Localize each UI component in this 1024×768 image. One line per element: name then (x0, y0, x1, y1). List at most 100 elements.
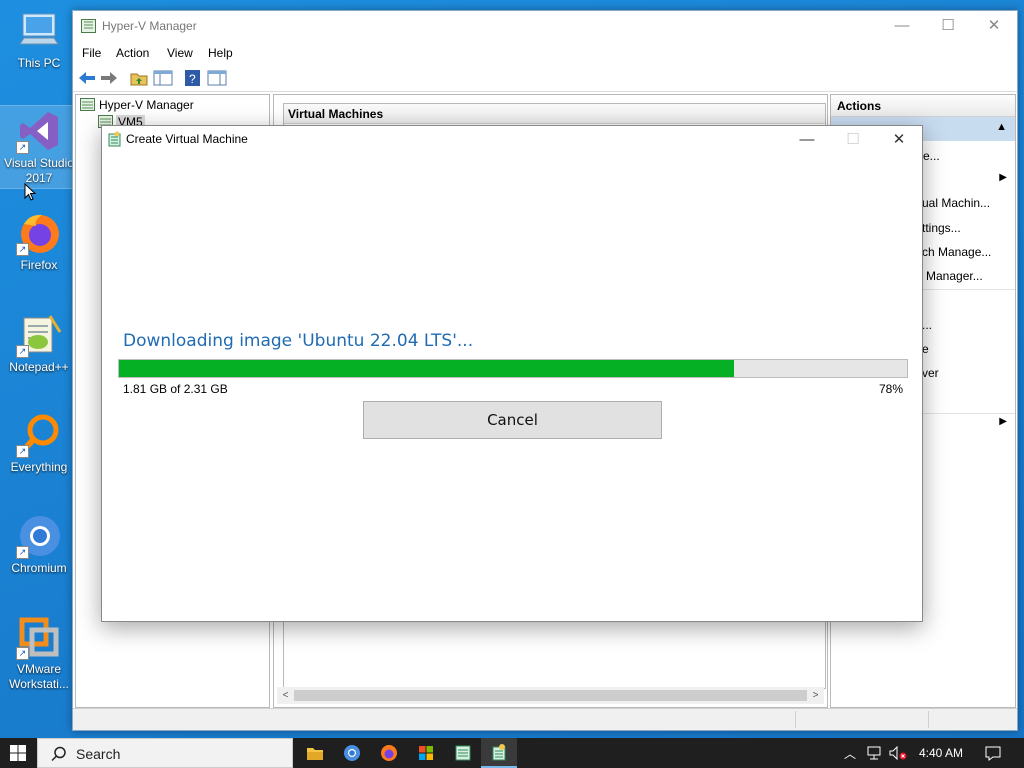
shortcut-arrow-icon: ↗ (16, 345, 29, 358)
close-button[interactable]: ✕ (971, 11, 1017, 41)
taskbar-create-vm[interactable] (481, 738, 517, 768)
shortcut-arrow-icon: ↗ (16, 243, 29, 256)
desktop-icon-label: Visual Studio 2017 (4, 156, 74, 185)
desktop-icon-chromium[interactable]: ↗ Chromium (0, 513, 78, 576)
desktop-icon-notepadpp[interactable]: ↗ Notepad++ (0, 312, 78, 375)
taskbar: Search ︿ 4:40 AM (0, 738, 1024, 768)
scroll-left-icon[interactable]: < (277, 687, 294, 704)
network-icon[interactable] (863, 738, 885, 768)
tree-item-hyperv-manager[interactable]: Hyper-V Manager (99, 98, 194, 112)
vmware-icon: ↗ (16, 614, 62, 660)
action-item[interactable]: e... (923, 149, 940, 163)
action-item[interactable]: Manager... (926, 269, 983, 283)
action-item[interactable]: ual Machin... (922, 196, 990, 210)
download-progress-bar (118, 359, 908, 378)
action-item[interactable]: ttings... (922, 221, 961, 235)
status-bar (73, 708, 1017, 730)
shortcut-arrow-icon: ↗ (16, 546, 29, 559)
dialog-close-button[interactable]: ✕ (876, 126, 922, 154)
action-item[interactable]: e (922, 342, 929, 356)
everything-search-icon: ↗ (16, 412, 62, 458)
dialog-title: Create Virtual Machine (126, 132, 248, 146)
maximize-button[interactable]: ☐ (925, 11, 971, 41)
desktop-icon-label: Firefox (20, 258, 58, 272)
desktop-icon-firefox[interactable]: ↗ Firefox (0, 210, 78, 273)
virtual-machines-title: Virtual Machines (284, 104, 825, 124)
taskbar-firefox[interactable] (371, 738, 407, 768)
hyperv-app-icon (455, 745, 471, 761)
shortcut-arrow-icon: ↗ (16, 445, 29, 458)
menu-bar: File Action View Help (73, 42, 1017, 64)
action-item[interactable]: ch Manage... (922, 245, 991, 259)
desktop-icon-label: Everything (10, 460, 68, 474)
chromium-icon: ↗ (16, 513, 62, 559)
horizontal-scrollbar[interactable]: < > (277, 687, 824, 704)
desktop-icon-label: Chromium (11, 561, 67, 575)
folder-icon (307, 747, 323, 760)
action-item[interactable]: ... (922, 318, 932, 332)
windows-tiles-icon (419, 746, 433, 760)
desktop-icon-this-pc[interactable]: This PC (0, 8, 78, 71)
up-folder-icon[interactable] (129, 69, 149, 87)
status-separator (928, 711, 929, 728)
create-vm-icon (492, 744, 506, 761)
dialog-titlebar[interactable]: Create Virtual Machine — ☐ ✕ (102, 126, 922, 154)
windows-logo-icon (10, 745, 26, 761)
search-icon (51, 746, 66, 762)
show-hide-tree-icon[interactable] (153, 69, 173, 87)
taskbar-chromium[interactable] (334, 738, 370, 768)
cancel-button[interactable]: Cancel (363, 401, 662, 439)
desktop-icon-visual-studio[interactable]: ↗ Visual Studio 2017 (0, 105, 79, 189)
collapse-up-icon[interactable]: ▲ (996, 121, 1007, 133)
clock[interactable]: 4:40 AM (912, 738, 970, 768)
submenu-arrow-icon[interactable]: ▶ (999, 172, 1007, 183)
menu-file[interactable]: File (82, 46, 101, 60)
minimize-button[interactable]: — (879, 11, 925, 41)
desktop-icon-vmware[interactable]: ↗ VMware Workstati... (0, 614, 78, 692)
svg-text:?: ? (189, 72, 196, 86)
taskbar-microsoft-store[interactable] (408, 738, 444, 768)
start-button[interactable] (0, 738, 36, 768)
firefox-icon: ↗ (16, 210, 62, 256)
desktop-icon-everything[interactable]: ↗ Everything (0, 412, 78, 475)
shortcut-arrow-icon: ↗ (16, 647, 29, 660)
shortcut-arrow-icon: ↗ (16, 141, 29, 154)
submenu-arrow-icon[interactable]: ▶ (999, 416, 1007, 427)
chromium-icon (344, 745, 360, 761)
toolbar: ? (73, 64, 1017, 92)
progress-percent-text: 78% (878, 382, 903, 396)
window-titlebar[interactable]: Hyper-V Manager — ☐ ✕ (73, 11, 1017, 42)
actions-header: Actions (831, 95, 1015, 117)
tray-overflow-icon[interactable]: ︿ (840, 738, 860, 768)
forward-arrow-icon[interactable] (99, 69, 119, 87)
status-separator (795, 711, 796, 728)
help-icon[interactable]: ? (183, 69, 203, 87)
search-placeholder: Search (76, 746, 121, 762)
menu-action[interactable]: Action (116, 46, 149, 60)
menu-view[interactable]: View (167, 46, 193, 60)
hyperv-tree-icon (80, 98, 95, 111)
taskbar-hyperv-manager[interactable] (445, 738, 481, 768)
volume-muted-icon[interactable] (887, 738, 909, 768)
show-hide-action-pane-icon[interactable] (207, 69, 227, 87)
back-arrow-icon[interactable] (77, 69, 97, 87)
taskbar-search-box[interactable]: Search (37, 738, 293, 768)
action-item[interactable]: ver (922, 366, 939, 380)
taskbar-file-explorer[interactable] (297, 738, 333, 768)
scrollbar-thumb[interactable] (294, 690, 807, 701)
dialog-minimize-button[interactable]: — (784, 126, 830, 154)
visual-studio-icon: ↗ (16, 108, 62, 154)
mouse-cursor-icon (24, 183, 36, 201)
menu-help[interactable]: Help (208, 46, 233, 60)
download-heading: Downloading image 'Ubuntu 22.04 LTS'... (123, 331, 474, 351)
notifications-icon[interactable] (978, 738, 1008, 768)
progress-fill (119, 360, 734, 377)
desktop-icon-label: Notepad++ (9, 360, 69, 374)
desktop-icon-label: This PC (17, 56, 61, 70)
firefox-icon (381, 745, 397, 761)
hyperv-app-icon (81, 19, 96, 33)
create-vm-icon (108, 131, 121, 147)
desktop-icon-label: VMware Workstati... (9, 662, 69, 691)
notepadpp-icon: ↗ (16, 312, 62, 358)
scroll-right-icon[interactable]: > (807, 687, 824, 704)
